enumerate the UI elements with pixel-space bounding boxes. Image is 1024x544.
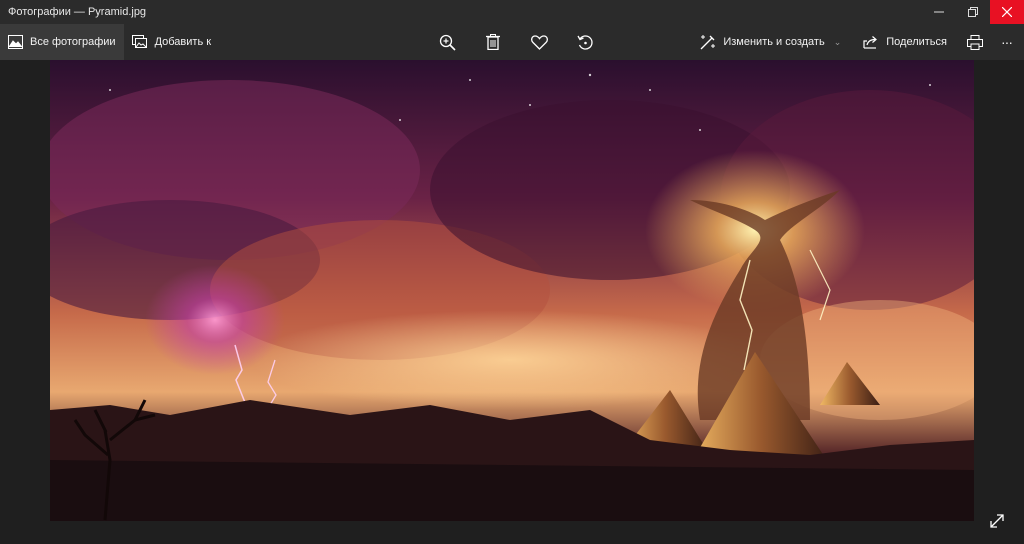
- edit-create-icon: [700, 35, 716, 50]
- more-icon: ···: [1001, 34, 1013, 50]
- edit-create-label: Изменить и создать: [723, 36, 825, 48]
- restore-button[interactable]: [956, 0, 990, 24]
- photo-viewer: [0, 60, 1024, 544]
- all-photos-button[interactable]: Все фотографии: [0, 24, 124, 60]
- share-icon: [863, 36, 878, 49]
- favorite-button[interactable]: [516, 24, 562, 60]
- image-tools: [424, 24, 608, 60]
- share-label: Поделиться: [886, 36, 947, 48]
- fullscreen-icon: [990, 514, 1004, 528]
- rotate-button[interactable]: [562, 24, 608, 60]
- minimize-button[interactable]: [922, 0, 956, 24]
- fullscreen-button[interactable]: [986, 510, 1008, 532]
- title-bar: Фотографии — Pyramid.jpg: [0, 0, 1024, 24]
- command-bar: Все фотографии Добавить к Изменить и соз…: [0, 24, 1024, 60]
- print-icon: [967, 34, 983, 50]
- trash-icon: [486, 34, 500, 50]
- share-button[interactable]: Поделиться: [855, 24, 955, 60]
- close-icon: [1002, 7, 1012, 17]
- add-to-album-icon: [131, 35, 147, 48]
- zoom-button[interactable]: [424, 24, 470, 60]
- minimize-icon: [934, 11, 944, 13]
- rotate-icon: [576, 34, 593, 50]
- add-to-label: Добавить к: [154, 36, 212, 48]
- photo-icon: [8, 35, 23, 49]
- heart-icon: [530, 34, 548, 50]
- more-button[interactable]: ···: [995, 24, 1024, 60]
- close-button[interactable]: [990, 0, 1024, 24]
- chevron-down-icon: ⌄: [833, 36, 842, 47]
- right-tools: Изменить и создать ⌄ Поделиться ···: [692, 24, 1024, 60]
- photo-image[interactable]: [50, 60, 974, 521]
- add-to-button[interactable]: Добавить к: [124, 24, 219, 60]
- restore-icon: [968, 7, 978, 17]
- delete-button[interactable]: [470, 24, 516, 60]
- all-photos-label: Все фотографии: [30, 36, 116, 48]
- print-button[interactable]: [955, 24, 995, 60]
- zoom-in-icon: [439, 34, 456, 51]
- edit-create-button[interactable]: Изменить и создать ⌄: [692, 24, 849, 60]
- window-title: Фотографии — Pyramid.jpg: [8, 6, 147, 18]
- pyramid-painting: [50, 60, 974, 521]
